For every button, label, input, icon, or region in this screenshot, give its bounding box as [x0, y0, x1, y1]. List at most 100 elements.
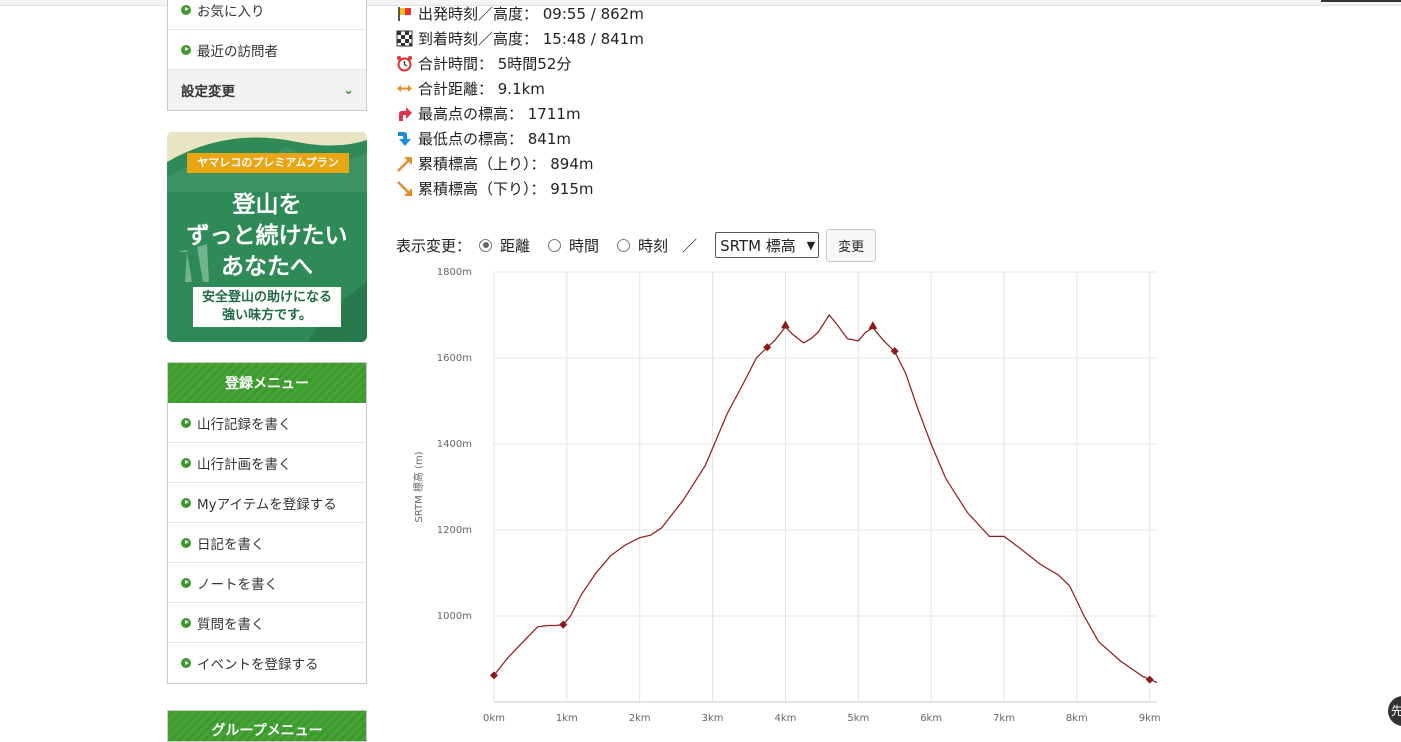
menu-item-register-item[interactable]: Myアイテムを登録する [168, 483, 366, 523]
radio-distance[interactable] [479, 238, 493, 252]
banner-ribbon: ヤマレコのプレミアムプラン [187, 153, 349, 173]
x-tick-label: 4km [774, 713, 796, 724]
distance-arrow-icon [396, 80, 413, 97]
bullet-icon [181, 497, 191, 508]
chevron-down-icon: ⌄ [343, 82, 354, 98]
menu-item-write-record[interactable]: 山行記録を書く [168, 403, 366, 443]
goal-flag-icon [396, 30, 413, 47]
bullet-icon [181, 44, 191, 55]
stat-departure: 出発時刻／高度： 09:55 / 862m [396, 1, 644, 26]
register-menu-title: 登録メニュー [168, 363, 366, 403]
stat-text: 最低点の標高： 841m [418, 130, 572, 148]
radio-clock-label: 時刻 [638, 236, 669, 255]
summit-marker [868, 321, 878, 330]
premium-plan-banner[interactable]: ヤマレコのプレミアムプラン 登山を ずっと続けたい あなたへ 安全登山の助けにな… [167, 132, 367, 342]
menu-item-write-note[interactable]: ノートを書く [168, 563, 366, 603]
bullet-icon [181, 457, 191, 468]
change-button[interactable]: 変更 [826, 228, 877, 262]
menu-item-label: ノートを書く [197, 576, 278, 593]
x-tick-label: 2km [629, 713, 651, 724]
menu-item-write-question[interactable]: 質問を書く [168, 603, 366, 643]
menu-item-label: Myアイテムを登録する [197, 496, 337, 513]
stat-arrival: 到着時刻／高度： 15:48 / 841m [396, 26, 644, 51]
settings-toggle[interactable]: 設定変更 ⌄ [168, 70, 366, 110]
radio-distance-label: 距離 [500, 236, 531, 255]
window-edge [1321, 0, 1401, 2]
banner-headline-2: ずっと続けたい [186, 223, 348, 249]
banner-headline-3: あなたへ [221, 254, 313, 280]
menu-item-write-diary[interactable]: 日記を書く [168, 523, 366, 563]
y-tick-label: 1000m [437, 611, 472, 622]
stat-text: 合計時間： 5時間52分 [418, 55, 572, 73]
banner-headline-1: 登山を [232, 192, 302, 218]
x-axis-ticks: 0km 1km 2km 3km 4km 5km 6km 7km 8km 9km [483, 713, 1161, 724]
sidebar-top-panel: お気に入り 最近の訪問者 設定変更 ⌄ [167, 0, 367, 111]
menu-item-label: 質問を書く [197, 616, 265, 633]
stat-total-time: 合計時間： 5時間52分 [396, 51, 644, 76]
sidebar-item-recent-visitors[interactable]: 最近の訪問者 [168, 30, 366, 70]
sidebar-item-label: お気に入り [197, 3, 265, 20]
bullet-icon [181, 577, 191, 588]
x-tick-label: 3km [702, 713, 724, 724]
x-tick-label: 0km [483, 713, 505, 724]
chart-markers [490, 320, 1154, 684]
x-tick-label: 5km [847, 713, 869, 724]
stat-total-distance: 合計距離： 9.1km [396, 76, 644, 101]
menu-item-label: イベントを登録する [197, 657, 319, 673]
stat-highest-point: 最高点の標高： 1711m [396, 101, 644, 126]
chart-grid [493, 271, 1157, 703]
stat-text: 累積標高（下り）： 915m [418, 180, 594, 198]
bullet-icon [181, 417, 191, 428]
group-menu: グループメニュー [167, 710, 367, 742]
x-tick-label: 8km [1066, 713, 1088, 724]
summit-marker [780, 320, 790, 329]
stat-text: 出発時刻／高度： 09:55 / 862m [418, 5, 644, 23]
sidebar-item-favorites[interactable]: お気に入り [168, 0, 366, 30]
register-menu: 登録メニュー 山行記録を書く 山行計画を書く Myアイテムを登録する 日記を書く… [167, 362, 367, 684]
radio-time[interactable] [548, 238, 562, 252]
elevation-source-select[interactable]: SRTM 標高 ▼ [715, 232, 820, 258]
lowest-point-icon [396, 130, 413, 147]
bullet-icon [181, 4, 191, 15]
menu-item-write-plan[interactable]: 山行計画を書く [168, 443, 366, 483]
bullet-icon [181, 658, 191, 668]
bullet-icon [181, 537, 191, 548]
elevation-chart: 1000m 1200m 1400m 1600m 1800m 0km 1km 2km 3km 4k… [412, 267, 1161, 724]
menu-item-label: 山行記録を書く [197, 416, 292, 433]
stat-descent: 累積標高（下り）： 915m [396, 176, 644, 201]
radio-time-label: 時間 [569, 236, 600, 255]
stat-ascent: 累積標高（上り）： 894m [396, 151, 644, 176]
select-value: SRTM 標高 [720, 236, 796, 255]
floating-button[interactable]: 先 [1388, 696, 1401, 726]
banner-subtext: 安全登山の助けになる 強い味方です。 [193, 287, 341, 327]
group-menu-title: グループメニュー [168, 711, 366, 741]
x-tick-label: 9km [1139, 713, 1161, 724]
record-stats: 出発時刻／高度： 09:55 / 862m 到着時刻／高度： 15:48 / 8… [396, 1, 644, 201]
separator: ／ [682, 236, 698, 255]
ascent-arrow-icon [396, 155, 413, 172]
stat-text: 累積標高（上り）： 894m [418, 155, 594, 173]
stat-text: 最高点の標高： 1711m [418, 105, 581, 123]
menu-item-label: 日記を書く [197, 536, 265, 553]
sidebar-item-label: 最近の訪問者 [197, 43, 278, 60]
descent-arrow-icon [396, 180, 413, 197]
banner-subtext-2: 強い味方です。 [222, 308, 312, 323]
display-change-label: 表示変更： [396, 236, 472, 255]
alarm-clock-icon [396, 55, 413, 72]
chevron-down-icon: ▼ [806, 238, 816, 252]
y-tick-label: 1600m [437, 353, 472, 364]
x-tick-label: 6km [920, 713, 942, 724]
x-tick-label: 7km [993, 713, 1015, 724]
start-flag-icon [396, 5, 413, 22]
banner-subtext-1: 安全登山の助けになる [201, 290, 332, 305]
menu-item-label: 山行計画を書く [197, 456, 292, 473]
elevation-series-line [493, 313, 1158, 684]
y-tick-label: 1400m [437, 439, 472, 450]
highest-point-icon [396, 105, 413, 122]
y-axis-ticks: 1000m 1200m 1400m 1600m 1800m [437, 267, 472, 622]
waypoint-marker [1145, 675, 1154, 684]
menu-item-register-event[interactable]: イベントを登録する [168, 643, 366, 683]
radio-clock[interactable] [617, 238, 631, 252]
display-controls: 表示変更： 距離 時間 時刻 ／ SRTM 標高 ▼ 変更 [396, 228, 877, 262]
stat-lowest-point: 最低点の標高： 841m [396, 126, 644, 151]
